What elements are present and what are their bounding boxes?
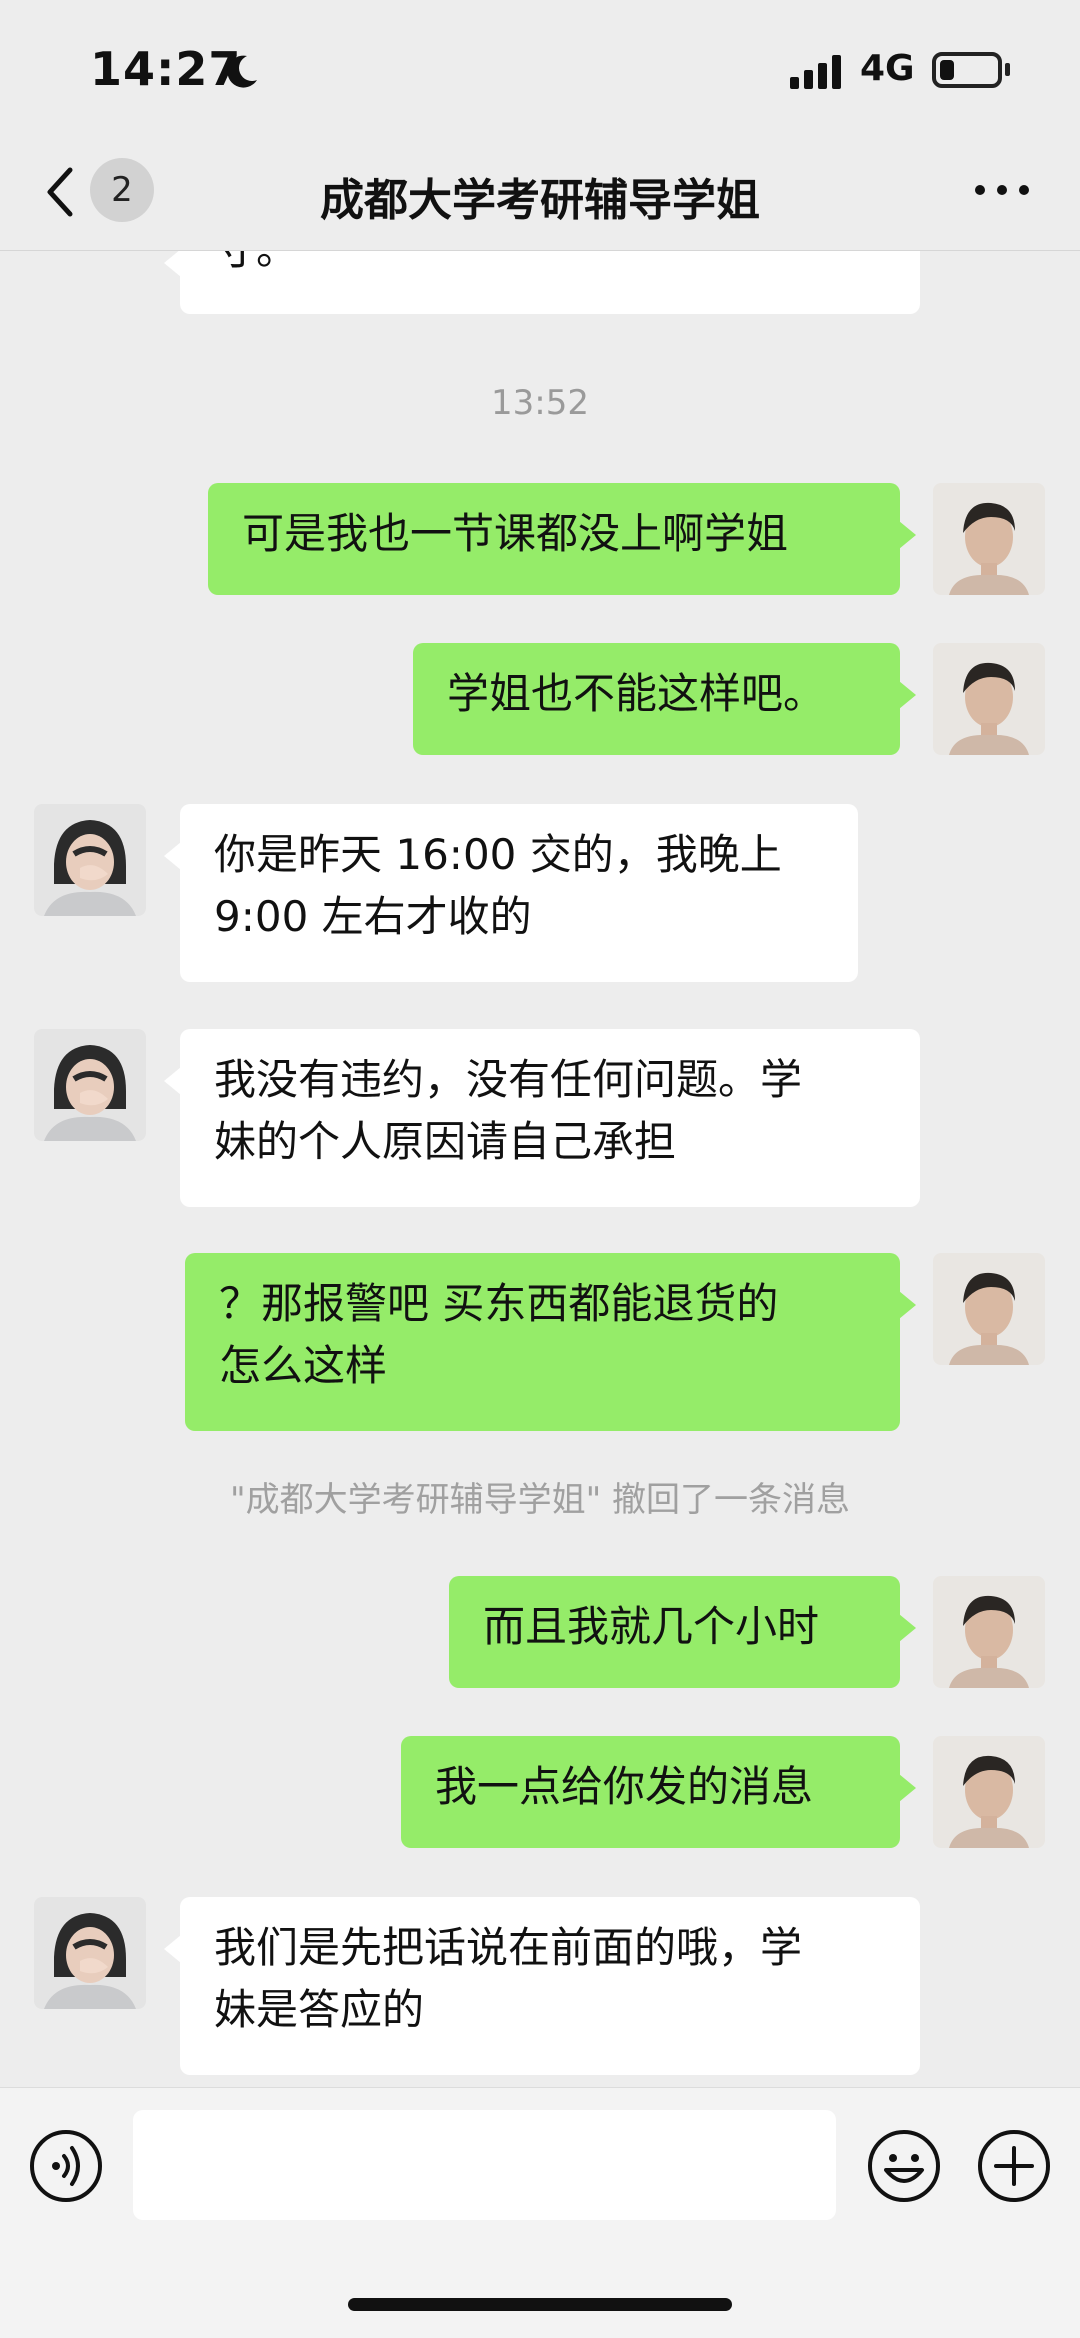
message-text-line: 我没有违约，没有任何问题。学 xyxy=(214,1055,803,1104)
contact-avatar[interactable] xyxy=(34,1029,146,1141)
message-text-line: 妹的个人原因请自己承担 xyxy=(214,1117,677,1166)
message-bubble-outgoing[interactable]: 学姐也不能这样吧。 xyxy=(413,643,916,755)
contact-avatar[interactable] xyxy=(34,804,146,916)
message-timestamp: 13:52 xyxy=(491,383,589,423)
message-bubble-outgoing[interactable]: 可是我也一节课都没上啊学姐 xyxy=(208,483,916,595)
my-avatar[interactable] xyxy=(933,1253,1045,1365)
network-label: 4G xyxy=(860,48,915,89)
message-bubble-incoming[interactable]: 我们是先把话说在前面的哦，学 妹是答应的 xyxy=(164,1897,920,2075)
plus-icon[interactable] xyxy=(976,2128,1052,2204)
message-bubble-outgoing[interactable]: 而且我就几个小时 xyxy=(449,1576,916,1688)
moon-icon xyxy=(227,55,257,88)
message-text: 寸。 xyxy=(214,251,298,274)
emoji-icon[interactable] xyxy=(866,2128,942,2204)
status-bar: 14:27 4G xyxy=(0,0,1080,140)
message-bubble-incoming[interactable]: 我没有违约，没有任何问题。学 妹的个人原因请自己承担 xyxy=(164,1029,920,1207)
chat-message-list[interactable]: 寸。 13:52 可是我也一节课都没上啊学姐 学姐也不能这样吧。 你是昨天 16… xyxy=(0,251,1080,2087)
message-text-line: ？那报警吧 买东西都能退货的 xyxy=(219,1279,779,1328)
message-text: 而且我就几个小时 xyxy=(483,1602,820,1651)
message-text: 学姐也不能这样吧。 xyxy=(447,669,826,718)
signal-icon xyxy=(790,55,841,89)
chat-header: 2 成都大学考研辅导学姐 xyxy=(0,140,1080,251)
chat-title: 成都大学考研辅导学姐 xyxy=(320,175,760,226)
message-bubble-partial[interactable]: 寸。 xyxy=(164,251,920,314)
message-input[interactable] xyxy=(133,2110,836,2220)
home-indicator[interactable] xyxy=(348,2298,732,2311)
message-text: 可是我也一节课都没上啊学姐 xyxy=(242,509,789,558)
message-text-line: 我们是先把话说在前面的哦，学 xyxy=(214,1923,803,1972)
voice-icon[interactable] xyxy=(28,2128,104,2204)
message-text-line: 怎么这样 xyxy=(219,1341,388,1390)
battery-icon xyxy=(932,52,1002,88)
message-bubble-outgoing[interactable]: 我一点给你发的消息 xyxy=(401,1736,916,1848)
message-text: 我一点给你发的消息 xyxy=(435,1762,814,1811)
my-avatar[interactable] xyxy=(933,643,1045,755)
battery-cap xyxy=(1005,63,1010,76)
contact-avatar[interactable] xyxy=(34,1897,146,2009)
message-bubble-outgoing[interactable]: ？那报警吧 买东西都能退货的 怎么这样 xyxy=(185,1253,916,1431)
more-dots-icon[interactable] xyxy=(972,180,1032,200)
my-avatar[interactable] xyxy=(933,1736,1045,1848)
message-text-line: 你是昨天 16:00 交的，我晚上 xyxy=(214,830,782,879)
my-avatar[interactable] xyxy=(933,1576,1045,1688)
message-bubble-incoming[interactable]: 你是昨天 16:00 交的，我晚上 9:00 左右才收的 xyxy=(164,804,858,982)
recall-notice: "成都大学考研辅导学姐" 撤回了一条消息 xyxy=(229,1480,851,1520)
my-avatar[interactable] xyxy=(933,483,1045,595)
message-text-line: 妹是答应的 xyxy=(214,1985,425,2034)
message-text-line: 9:00 左右才收的 xyxy=(214,892,532,941)
status-time: 14:27 xyxy=(90,42,242,96)
